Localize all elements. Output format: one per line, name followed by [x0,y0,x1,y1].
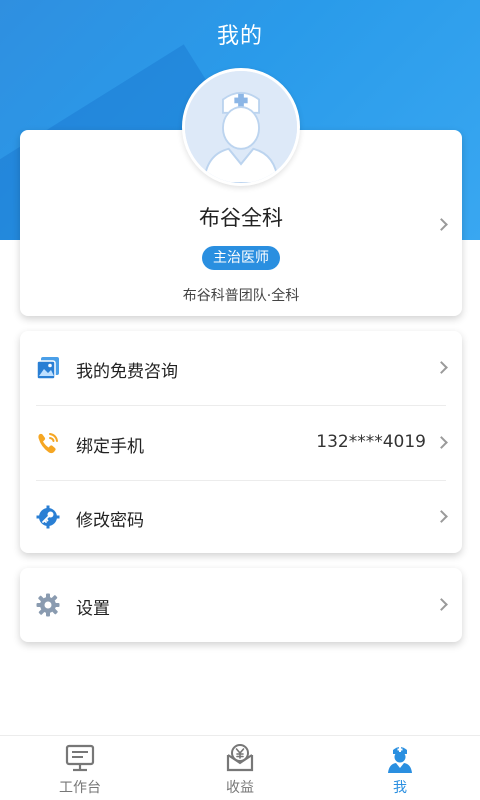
chevron-right-icon [435,510,448,523]
menu-item-label: 绑定手机 [76,437,144,457]
phone-icon [38,433,58,454]
tab-label: 收益 [226,780,254,796]
team-text: 布谷科普团队·全科 [182,288,300,304]
page-title: 我的 [216,24,263,49]
monitor-icon [65,744,95,772]
phone-number: 132****4019 [316,432,426,452]
doctor-icon [388,747,412,773]
tab-earnings[interactable]: 收益 [160,736,320,800]
tab-me[interactable]: 我 [320,736,480,800]
title-badge: 主治医师 [202,246,280,270]
yen-envelope-icon [226,744,254,772]
image-gallery-icon [36,357,59,380]
tab-label: 工作台 [59,780,101,796]
chevron-right-icon [435,598,448,611]
key-gear-icon [36,505,60,529]
avatar[interactable] [182,68,300,186]
menu-item-label: 设置 [76,599,110,619]
chevron-right-icon [435,436,448,449]
chevron-right-icon [435,361,448,374]
settings-card: 设置 [20,568,462,642]
doctor-name: 布谷全科 [199,206,283,230]
menu-item-change-password[interactable]: 修改密码 [20,480,462,554]
menu-card: 我的免费咨询 绑定手机 132****4019 修改密码 [20,331,462,553]
tab-label: 我 [393,780,407,796]
gear-icon [36,593,60,617]
doctor-avatar-icon [185,71,297,183]
menu-item-label: 我的免费咨询 [76,362,178,382]
menu-item-settings[interactable]: 设置 [20,568,462,642]
bottom-tab-bar: 工作台 收益 我 [0,735,480,800]
tab-workbench[interactable]: 工作台 [0,736,160,800]
menu-item-free-consult[interactable]: 我的免费咨询 [20,331,462,405]
menu-item-label: 修改密码 [76,511,144,531]
menu-item-bind-phone[interactable]: 绑定手机 132****4019 [20,406,462,480]
